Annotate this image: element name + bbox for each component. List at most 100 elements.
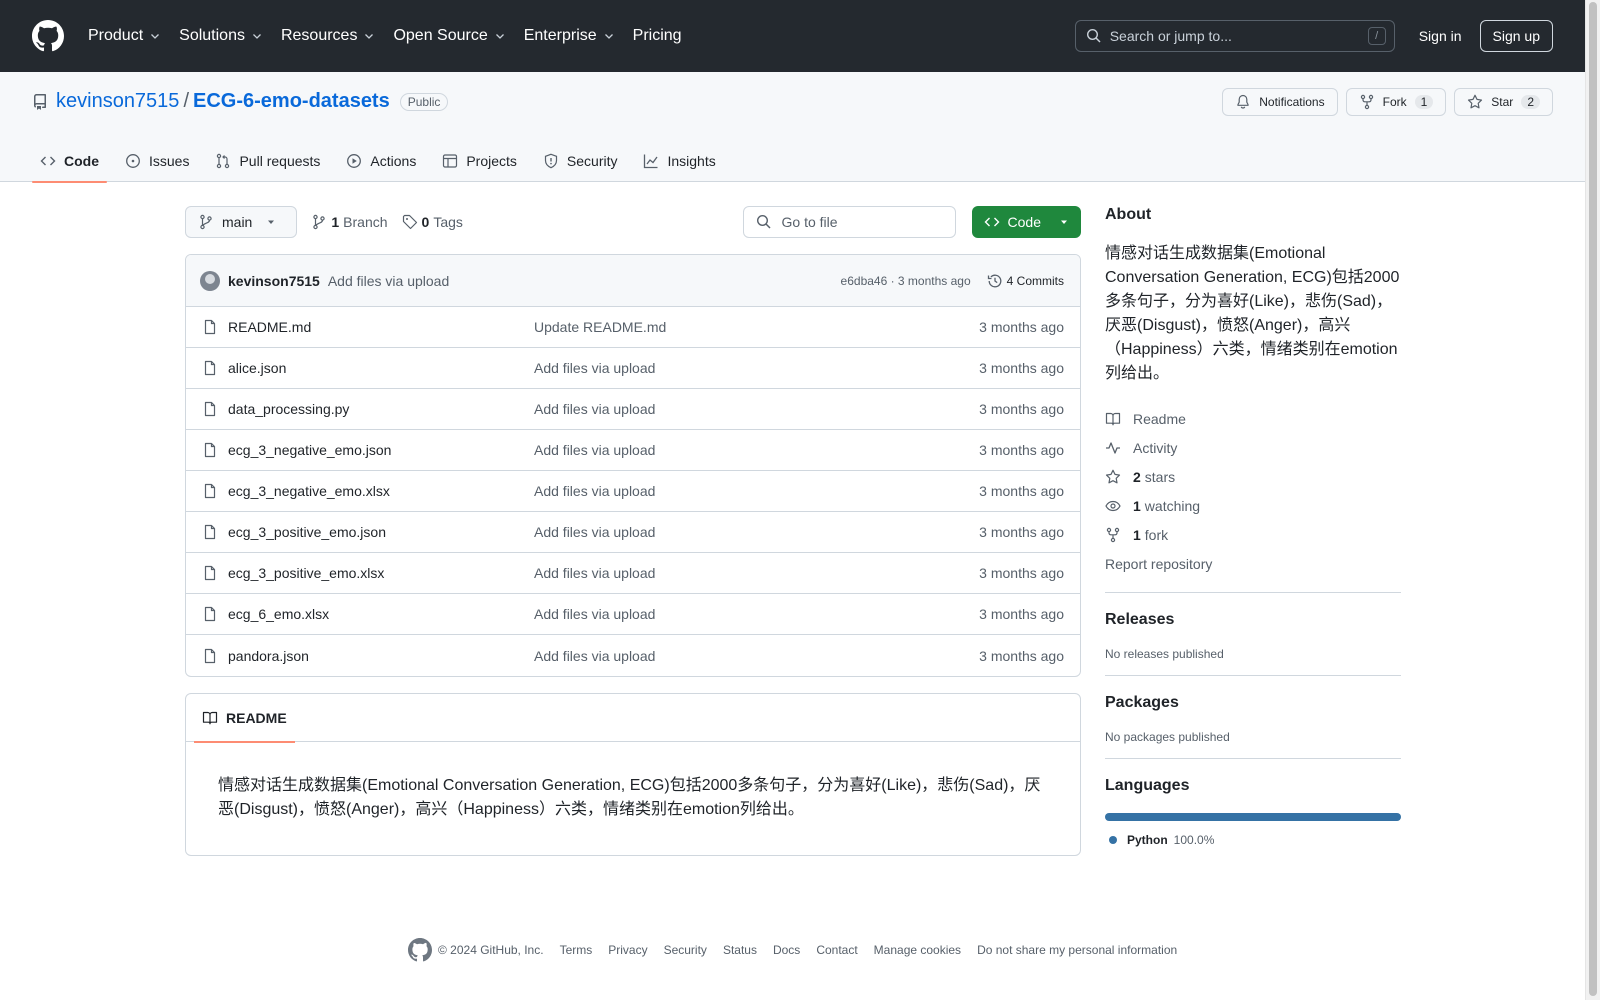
packages-section: Packages No packages published (1105, 675, 1401, 744)
commit-author-link[interactable]: kevinson7515 (228, 273, 320, 289)
tab-label: Security (566, 153, 618, 169)
tab-issues[interactable]: Issues (117, 140, 197, 182)
footer-link-security[interactable]: Security (664, 943, 707, 957)
tab-label: Insights (667, 153, 716, 169)
footer-link-contact[interactable]: Contact (816, 943, 857, 957)
file-commit-message[interactable]: Add files via upload (534, 483, 979, 499)
file-commit-message[interactable]: Add files via upload (534, 606, 979, 622)
nav-open-source[interactable]: Open Source (393, 27, 505, 45)
watching-link[interactable]: 1 watching (1105, 491, 1401, 520)
code-dropdown-button[interactable]: Code (971, 206, 1081, 238)
forks-link[interactable]: 1 fork (1105, 520, 1401, 549)
file-name-cell[interactable]: alice.json (202, 360, 534, 376)
pulse-icon (1106, 441, 1120, 454)
releases-heading[interactable]: Releases (1105, 611, 1401, 629)
branch-selector[interactable]: main (185, 206, 298, 238)
notifications-button[interactable]: Notifications (1222, 88, 1338, 116)
tab-actions[interactable]: Actions (338, 140, 424, 182)
chevron-down-icon (365, 34, 374, 39)
commit-message-link[interactable]: Add files via upload (328, 273, 449, 289)
sign-in-link[interactable]: Sign in (1419, 28, 1462, 44)
file-commit-message[interactable]: Add files via upload (534, 524, 979, 540)
repo-name-link[interactable]: ECG-6-emo-datasets (193, 90, 390, 113)
file-commit-message[interactable]: Update README.md (534, 319, 979, 335)
tags-link[interactable]: 0 Tags (402, 214, 463, 230)
file-name: data_processing.py (228, 401, 350, 417)
file-age: 3 months ago (979, 647, 1064, 664)
file-row: ecg_3_positive_emo.xlsx Add files via upl… (186, 553, 1080, 594)
file-name-cell[interactable]: ecg_3_negative_emo.xlsx (202, 483, 534, 499)
tab-label: Actions (370, 153, 417, 169)
footer-link-do-not-share[interactable]: Do not share my personal information (977, 943, 1177, 957)
book-icon (202, 711, 218, 724)
nav-pricing[interactable]: Pricing (633, 27, 682, 45)
repo-owner-link[interactable]: kevinson7515 (56, 90, 179, 113)
nav-solutions[interactable]: Solutions (179, 27, 263, 45)
fork-button[interactable]: Fork 1 (1345, 88, 1447, 116)
tab-insights[interactable]: Insights (635, 140, 723, 182)
tab-security[interactable]: Security (535, 140, 626, 182)
file-name-cell[interactable]: ecg_3_positive_emo.xlsx (202, 565, 534, 581)
file-name-cell[interactable]: ecg_6_emo.xlsx (202, 606, 534, 622)
page-scrollbar[interactable] (1585, 0, 1600, 1000)
nav-enterprise[interactable]: Enterprise (524, 27, 615, 45)
watching-label: watching (1144, 497, 1201, 514)
file-commit-message[interactable]: Add files via upload (534, 648, 979, 664)
footer-link-manage-cookies[interactable]: Manage cookies (874, 943, 961, 957)
file-commit-message[interactable]: Add files via upload (534, 360, 979, 376)
tab-projects[interactable]: Projects (434, 140, 525, 182)
search-placeholder: Search or jump to... (1109, 28, 1232, 44)
file-commit-message[interactable]: Add files via upload (534, 401, 979, 417)
file-age: 3 months ago (979, 442, 1064, 458)
readme-link[interactable]: Readme (1105, 404, 1401, 433)
nav-label: Product (88, 27, 144, 44)
commit-meta: e6dba46 · 3 months ago 4 Commits (841, 273, 1064, 289)
footer-link-status[interactable]: Status (723, 943, 757, 957)
readme-tab[interactable]: README (194, 694, 295, 743)
go-to-file-placeholder: Go to file (781, 214, 838, 230)
about-description: 情感对话生成数据集(Emotional Conversation Generat… (1105, 245, 1400, 382)
language-item[interactable]: Python 100.0% (1105, 833, 1401, 847)
chevron-down-icon (495, 34, 504, 39)
branches-link[interactable]: 1 Branch (311, 214, 388, 230)
stars-link[interactable]: 2 stars (1105, 462, 1401, 491)
commit-hash-time[interactable]: e6dba46 · 3 months ago (841, 274, 971, 288)
star-count: 2 (1521, 95, 1540, 109)
file-row: ecg_3_positive_emo.json Add files via upl… (186, 512, 1080, 553)
footer-link-privacy[interactable]: Privacy (608, 943, 647, 957)
scrollbar-thumb[interactable] (1589, 2, 1597, 996)
tag-label: Tags (433, 214, 463, 230)
fork-count: 1 (1133, 526, 1141, 543)
file-name-cell[interactable]: README.md (202, 319, 534, 335)
sign-up-button[interactable]: Sign up (1479, 20, 1553, 52)
file-name-cell[interactable]: ecg_3_positive_emo.json (202, 524, 534, 540)
commits-history-link[interactable]: 4 Commits (987, 273, 1064, 289)
footer-link-docs[interactable]: Docs (773, 943, 800, 957)
report-repository-link[interactable]: Report repository (1105, 549, 1401, 578)
nav-product[interactable]: Product (88, 27, 161, 45)
nav-label: Solutions (179, 27, 245, 44)
file-name-cell[interactable]: data_processing.py (202, 401, 534, 417)
github-mark-icon[interactable] (408, 938, 432, 962)
language-bar (1105, 813, 1401, 821)
activity-link[interactable]: Activity (1105, 433, 1401, 462)
avatar[interactable] (200, 270, 220, 291)
footer-link-terms[interactable]: Terms (560, 943, 593, 957)
go-to-file-input[interactable]: Go to file (742, 206, 956, 238)
about-heading: About (1105, 206, 1152, 223)
languages-section: Languages Python 100.0% (1105, 758, 1401, 847)
packages-heading[interactable]: Packages (1105, 694, 1401, 712)
file-commit-message[interactable]: Add files via upload (534, 565, 979, 581)
tab-code[interactable]: Code (32, 140, 107, 183)
nav-resources[interactable]: Resources (281, 27, 375, 45)
file-name-cell[interactable]: pandora.json (202, 648, 534, 664)
tab-pull-requests[interactable]: Pull requests (207, 140, 328, 182)
file-name-cell[interactable]: ecg_3_negative_emo.json (202, 442, 534, 458)
github-logo-icon[interactable] (32, 20, 64, 52)
file-commit-message[interactable]: Add files via upload (534, 442, 979, 458)
fork-count: 1 (1414, 95, 1434, 109)
global-search-input[interactable]: Search or jump to... / (1074, 20, 1395, 52)
fork-icon (1360, 94, 1373, 110)
activity-link-label: Activity (1133, 439, 1178, 456)
star-button[interactable]: Star 2 (1454, 88, 1553, 116)
